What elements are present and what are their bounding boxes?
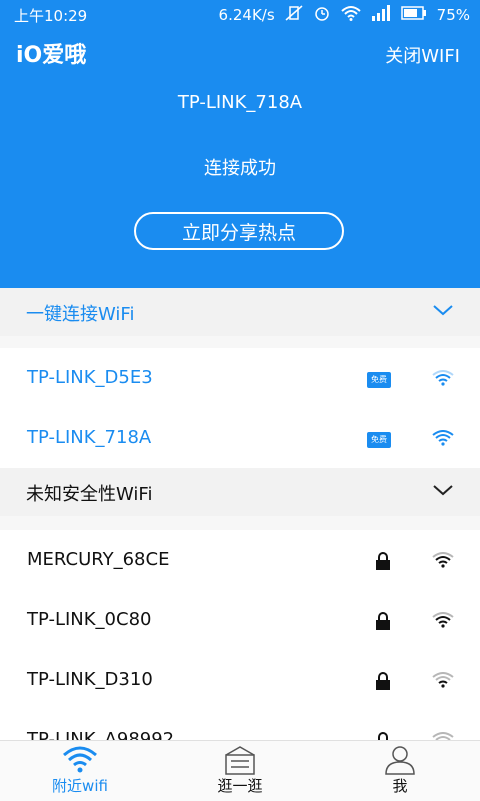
wifi-row[interactable]: TP-LINK_D5E3 免费 bbox=[0, 348, 480, 408]
nav-label: 逛一逛 bbox=[217, 777, 263, 795]
lock-icon bbox=[376, 552, 390, 570]
free-badge: 免费 bbox=[367, 372, 391, 388]
wifi-ssid: TP-LINK_718A bbox=[27, 427, 152, 448]
nav-label: 附近wifi bbox=[52, 777, 108, 795]
wifi-signal-icon bbox=[432, 672, 454, 688]
divider bbox=[0, 336, 480, 348]
app-logo: iO爱哦 bbox=[16, 43, 87, 68]
battery-icon bbox=[400, 6, 427, 24]
section-title: 一键连接WiFi bbox=[26, 304, 135, 325]
wifi-signal-icon bbox=[432, 430, 454, 446]
wifi-ssid: TP-LINK_0C80 bbox=[27, 609, 152, 630]
alarm-icon bbox=[313, 4, 331, 26]
status-icons: 6.24K/s 75% bbox=[219, 4, 470, 26]
one-click-section-header[interactable]: 一键连接WiFi bbox=[0, 288, 480, 336]
wifi-status-icon bbox=[340, 5, 361, 25]
divider bbox=[0, 516, 480, 530]
wifi-ssid: TP-LINK_D310 bbox=[27, 669, 153, 690]
network-speed: 6.24K/s bbox=[218, 6, 275, 24]
battery-level: 75% bbox=[436, 6, 470, 24]
lock-icon bbox=[376, 612, 390, 630]
wifi-row[interactable]: TP-LINK_0C80 bbox=[0, 590, 480, 650]
bottom-navigation: 附近wifi 逛一逛 我 bbox=[0, 740, 480, 801]
lock-icon bbox=[376, 672, 390, 690]
nav-label: 我 bbox=[392, 777, 408, 795]
free-badge: 免费 bbox=[367, 432, 391, 448]
unknown-security-section-header[interactable]: 未知安全性WiFi bbox=[0, 468, 480, 516]
wifi-ssid: TP-LINK_D5E3 bbox=[27, 367, 153, 388]
wifi-signal-icon bbox=[432, 370, 454, 386]
wifi-icon bbox=[63, 746, 97, 773]
nav-nearby-wifi[interactable]: 附近wifi bbox=[0, 741, 160, 801]
wifi-row[interactable]: MERCURY_68CE bbox=[0, 530, 480, 590]
close-wifi-button[interactable]: 关闭WIFI bbox=[385, 42, 460, 68]
share-hotspot-button[interactable]: 立即分享热点 bbox=[134, 212, 344, 250]
signal-icon bbox=[371, 5, 391, 25]
wifi-ssid: MERCURY_68CE bbox=[27, 549, 170, 570]
vibrate-off-icon bbox=[285, 5, 303, 25]
wifi-row[interactable]: TP-LINK_D310 bbox=[0, 650, 480, 710]
connection-header: iO爱哦 关闭WIFI TP-LINK_718A 连接成功 立即分享热点 bbox=[0, 28, 480, 288]
wifi-signal-icon bbox=[432, 612, 454, 628]
browse-icon bbox=[225, 746, 255, 775]
chevron-down-icon bbox=[433, 305, 453, 316]
nav-me[interactable]: 我 bbox=[320, 741, 480, 801]
connection-status: 连接成功 bbox=[204, 158, 276, 179]
status-time: 上午10:29 bbox=[14, 7, 88, 25]
connected-ssid: TP-LINK_718A bbox=[177, 92, 303, 113]
status-bar: 上午10:29 6.24K/s 75% bbox=[0, 0, 480, 28]
chevron-down-icon bbox=[433, 485, 453, 496]
wifi-row[interactable]: TP-LINK_718A 免费 bbox=[0, 408, 480, 468]
user-icon bbox=[385, 746, 415, 775]
wifi-signal-icon bbox=[432, 552, 454, 568]
nav-browse[interactable]: 逛一逛 bbox=[160, 741, 320, 801]
section-title: 未知安全性WiFi bbox=[26, 484, 153, 505]
